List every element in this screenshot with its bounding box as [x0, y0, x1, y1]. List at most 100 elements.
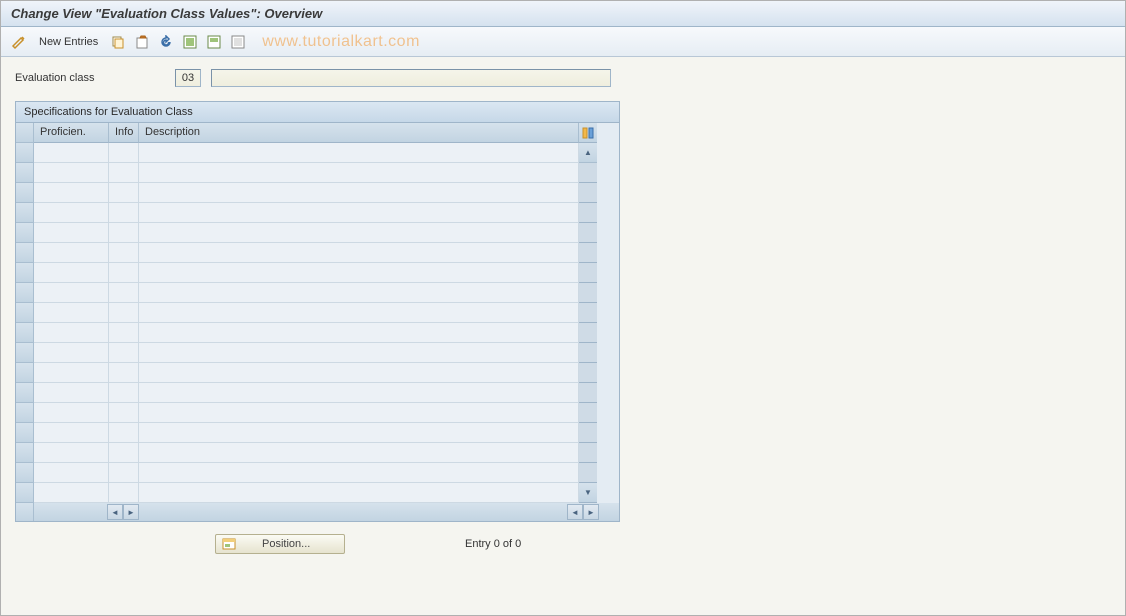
cell-info[interactable] [109, 143, 139, 163]
vscroll-track[interactable] [579, 183, 597, 203]
cell-info[interactable] [109, 483, 139, 503]
cell-info[interactable] [109, 243, 139, 263]
row-selector[interactable] [16, 163, 34, 183]
vscroll-track[interactable] [579, 403, 597, 423]
cell-proficiency[interactable] [34, 303, 109, 323]
cell-proficiency[interactable] [34, 443, 109, 463]
vscroll-track[interactable] [579, 283, 597, 303]
column-header-description[interactable]: Description [139, 123, 579, 143]
cell-proficiency[interactable] [34, 263, 109, 283]
cell-info[interactable] [109, 423, 139, 443]
cell-proficiency[interactable] [34, 343, 109, 363]
cell-description[interactable] [139, 483, 579, 503]
hscroll-left-icon[interactable]: ◄ [107, 504, 123, 520]
vscroll-track[interactable] [579, 383, 597, 403]
cell-description[interactable] [139, 243, 579, 263]
deselect-all-icon[interactable] [228, 32, 248, 52]
column-header-info[interactable]: Info [109, 123, 139, 143]
vscroll-track[interactable] [579, 463, 597, 483]
cell-description[interactable] [139, 383, 579, 403]
row-selector[interactable] [16, 403, 34, 423]
evaluation-class-desc-input[interactable] [211, 69, 611, 87]
cell-proficiency[interactable] [34, 403, 109, 423]
cell-proficiency[interactable] [34, 383, 109, 403]
cell-description[interactable] [139, 183, 579, 203]
delete-icon[interactable] [132, 32, 152, 52]
cell-proficiency[interactable] [34, 283, 109, 303]
cell-description[interactable] [139, 163, 579, 183]
vscroll-up-icon[interactable]: ▲ [579, 143, 597, 163]
cell-proficiency[interactable] [34, 483, 109, 503]
vscroll-track[interactable] [579, 163, 597, 183]
row-selector[interactable] [16, 183, 34, 203]
cell-info[interactable] [109, 463, 139, 483]
select-all-icon[interactable] [180, 32, 200, 52]
cell-info[interactable] [109, 203, 139, 223]
hscroll-left2-icon[interactable]: ◄ [567, 504, 583, 520]
cell-proficiency[interactable] [34, 423, 109, 443]
select-block-icon[interactable] [204, 32, 224, 52]
row-selector[interactable] [16, 283, 34, 303]
cell-proficiency[interactable] [34, 203, 109, 223]
vscroll-track[interactable] [579, 243, 597, 263]
cell-description[interactable] [139, 203, 579, 223]
cell-description[interactable] [139, 323, 579, 343]
row-selector[interactable] [16, 143, 34, 163]
row-selector[interactable] [16, 483, 34, 503]
row-selector[interactable] [16, 203, 34, 223]
evaluation-class-code-input[interactable] [175, 69, 201, 87]
cell-info[interactable] [109, 183, 139, 203]
cell-info[interactable] [109, 363, 139, 383]
cell-description[interactable] [139, 363, 579, 383]
row-selector[interactable] [16, 383, 34, 403]
cell-description[interactable] [139, 443, 579, 463]
cell-description[interactable] [139, 303, 579, 323]
cell-info[interactable] [109, 383, 139, 403]
row-selector[interactable] [16, 423, 34, 443]
undo-change-icon[interactable] [156, 32, 176, 52]
table-select-all-corner[interactable] [16, 123, 34, 143]
copy-as-icon[interactable] [108, 32, 128, 52]
row-selector[interactable] [16, 303, 34, 323]
cell-info[interactable] [109, 223, 139, 243]
vscroll-down-icon[interactable]: ▼ [579, 483, 597, 503]
column-header-proficiency[interactable]: Proficien. [34, 123, 109, 143]
cell-description[interactable] [139, 463, 579, 483]
cell-info[interactable] [109, 283, 139, 303]
vscroll-track[interactable] [579, 323, 597, 343]
table-configure-icon[interactable] [579, 123, 597, 143]
row-selector[interactable] [16, 223, 34, 243]
row-selector[interactable] [16, 323, 34, 343]
vscroll-track[interactable] [579, 303, 597, 323]
vscroll-track[interactable] [579, 443, 597, 463]
cell-info[interactable] [109, 443, 139, 463]
hscroll-right2-icon[interactable]: ► [583, 504, 599, 520]
cell-description[interactable] [139, 283, 579, 303]
cell-proficiency[interactable] [34, 363, 109, 383]
cell-description[interactable] [139, 343, 579, 363]
row-selector[interactable] [16, 343, 34, 363]
cell-proficiency[interactable] [34, 163, 109, 183]
cell-description[interactable] [139, 263, 579, 283]
toggle-change-icon[interactable] [9, 32, 29, 52]
cell-info[interactable] [109, 403, 139, 423]
vscroll-track[interactable] [579, 203, 597, 223]
row-selector[interactable] [16, 363, 34, 383]
vscroll-track[interactable] [579, 423, 597, 443]
new-entries-button[interactable]: New Entries [33, 34, 104, 50]
vscroll-track[interactable] [579, 223, 597, 243]
cell-info[interactable] [109, 343, 139, 363]
cell-description[interactable] [139, 423, 579, 443]
row-selector[interactable] [16, 463, 34, 483]
position-button[interactable]: Position... [215, 534, 345, 554]
cell-info[interactable] [109, 303, 139, 323]
hscroll-right-icon[interactable]: ► [123, 504, 139, 520]
cell-proficiency[interactable] [34, 143, 109, 163]
row-selector[interactable] [16, 243, 34, 263]
row-selector[interactable] [16, 263, 34, 283]
cell-description[interactable] [139, 403, 579, 423]
cell-proficiency[interactable] [34, 223, 109, 243]
cell-info[interactable] [109, 263, 139, 283]
cell-info[interactable] [109, 163, 139, 183]
cell-proficiency[interactable] [34, 183, 109, 203]
